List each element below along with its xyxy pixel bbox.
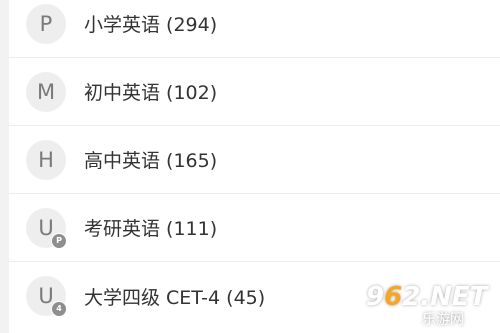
list-item-label: 小学英语 (294): [84, 14, 218, 36]
avatar: U P: [26, 207, 67, 249]
list-item-postgrad-english[interactable]: U P 考研英语 (111): [9, 194, 500, 262]
avatar-badge: P: [51, 232, 67, 249]
avatar-badge: 4: [51, 301, 67, 317]
avatar-letter: M: [36, 79, 56, 104]
list-item-junior-english[interactable]: M 初中英语 (102): [9, 58, 500, 126]
list-item-senior-english[interactable]: H 高中英语 (165): [9, 126, 500, 194]
list-item-label: 考研英语 (111): [84, 218, 218, 240]
list-item-primary-english[interactable]: P 小学英语 (294): [9, 0, 500, 58]
list-item-label: 大学四级 CET-4 (45): [84, 286, 266, 309]
watermark-subtitle: 乐游网: [422, 312, 464, 328]
avatar: H: [26, 139, 66, 180]
avatar: P: [26, 3, 66, 44]
list-item-label: 高中英语 (165): [84, 150, 218, 172]
avatar-letter: H: [38, 147, 54, 172]
avatar: M: [26, 71, 66, 112]
avatar: U 4: [26, 276, 67, 317]
list-item-label: 初中英语 (102): [84, 82, 218, 104]
avatar-letter: P: [39, 11, 53, 36]
watermark-logo: 962.NET 乐游网: [366, 282, 498, 330]
screen: P 小学英语 (294) M 初中英语 (102) H 高中英语 (165) U…: [0, 0, 500, 333]
watermark-brand: 962.NET: [366, 282, 488, 312]
